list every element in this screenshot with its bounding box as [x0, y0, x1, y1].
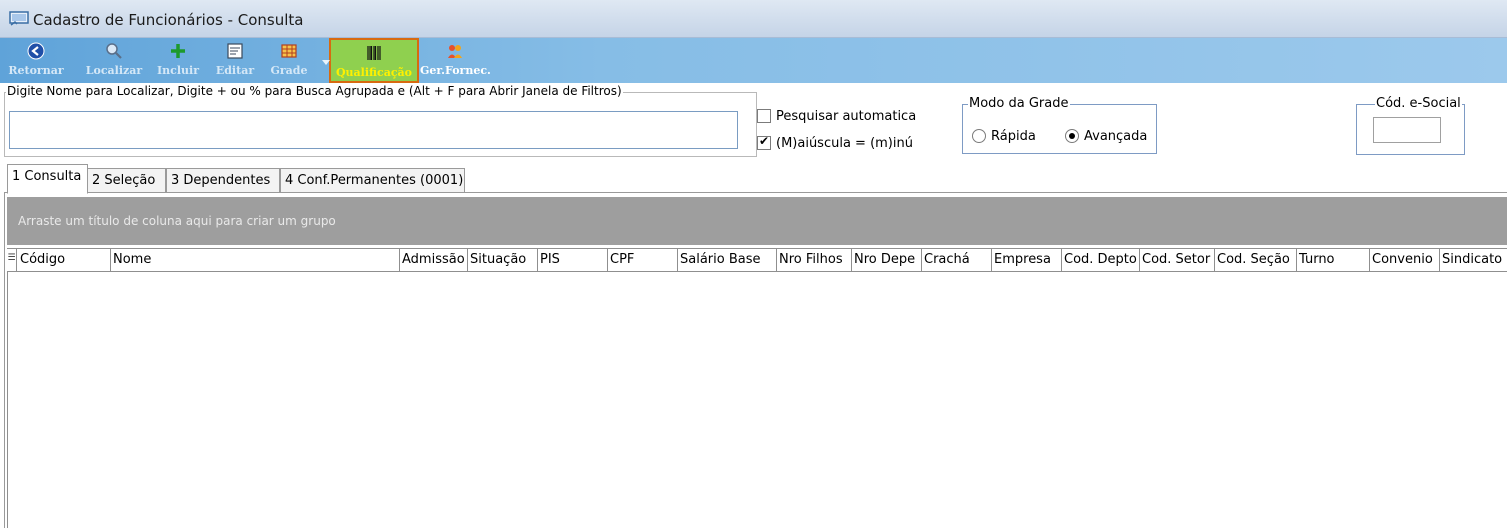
col-cod-secao[interactable]: Cod. Seção — [1215, 249, 1297, 271]
esocial-legend: Cód. e-Social — [1375, 96, 1462, 111]
radio-rapida-label: Rápida — [991, 129, 1036, 144]
barcode-icon — [367, 46, 381, 60]
col-nro-dependentes[interactable]: Nro Depe — [852, 249, 922, 271]
col-salario-base[interactable]: Salário Base — [678, 249, 777, 271]
search-input[interactable] — [9, 111, 738, 149]
radio-rapida[interactable] — [972, 129, 986, 143]
tab-consulta[interactable]: 1 Consulta — [7, 164, 88, 194]
back-arrow-icon — [27, 42, 45, 60]
localizar-label: Localizar — [85, 64, 143, 77]
col-convenio[interactable]: Convenio — [1370, 249, 1440, 271]
grid-table-icon — [281, 44, 297, 58]
col-sindicato[interactable]: Sindicato — [1440, 249, 1507, 271]
editar-label: Editar — [215, 64, 255, 77]
title-bar: Cadastro de Funcionários - Consulta — [0, 0, 1507, 38]
col-cod-setor[interactable]: Cod. Setor — [1140, 249, 1215, 271]
tab-selecao[interactable]: 2 Seleção — [87, 168, 166, 193]
group-by-panel[interactable]: Arraste um título de coluna aqui para cr… — [7, 197, 1507, 245]
col-cracha[interactable]: Crachá — [922, 249, 992, 271]
window-app-icon — [9, 11, 29, 26]
radio-avancada[interactable] — [1065, 129, 1079, 143]
grid-body[interactable] — [7, 272, 1507, 528]
grid-header: ☰ Código Nome Admissão Situação PIS CPF … — [7, 248, 1507, 272]
edit-form-icon — [227, 43, 243, 59]
group-by-hint: Arraste um título de coluna aqui para cr… — [18, 214, 336, 228]
search-legend: Digite Nome para Localizar, Digite + ou … — [6, 84, 623, 98]
retornar-label: Retornar — [8, 64, 64, 77]
tab-conf-permanentes[interactable]: 4 Conf.Permanentes (0001) — [280, 168, 465, 193]
grade-button[interactable]: Grade — [268, 38, 310, 83]
toolbar: Retornar Localizar Incluir Editar Grade … — [0, 38, 1507, 83]
column-chooser-icon[interactable]: ☰ — [7, 249, 17, 271]
col-pis[interactable]: PIS — [538, 249, 608, 271]
col-nome[interactable]: Nome — [111, 249, 400, 271]
tab-dependentes[interactable]: 3 Dependentes — [166, 168, 280, 193]
ger-fornec-button[interactable]: Ger.Fornec. — [420, 38, 491, 83]
localizar-button[interactable]: Localizar — [84, 38, 144, 83]
panel-left-border — [4, 192, 5, 528]
incluir-label: Incluir — [157, 64, 199, 77]
col-situacao[interactable]: Situação — [468, 249, 538, 271]
magnifier-icon — [106, 43, 122, 59]
radio-avancada-label: Avançada — [1084, 129, 1148, 144]
esocial-input[interactable] — [1373, 117, 1441, 143]
retornar-button[interactable]: Retornar — [8, 38, 64, 83]
col-cpf[interactable]: CPF — [608, 249, 678, 271]
qualificacao-label: Qualificação — [335, 66, 413, 79]
incluir-button[interactable]: Incluir — [155, 38, 201, 83]
pesquisar-automatica-checkbox[interactable] — [757, 109, 771, 123]
qualificacao-button[interactable]: Qualificação — [329, 38, 419, 83]
window-title: Cadastro de Funcionários - Consulta — [33, 11, 304, 29]
plus-icon — [171, 44, 185, 58]
col-nro-filhos[interactable]: Nro Filhos — [777, 249, 852, 271]
editar-button[interactable]: Editar — [213, 38, 257, 83]
pesquisar-automatica-label: Pesquisar automatica — [776, 109, 917, 124]
people-icon — [448, 45, 462, 58]
grade-label: Grade — [270, 64, 308, 77]
col-cod-depto[interactable]: Cod. Depto — [1062, 249, 1140, 271]
ger-fornec-label: Ger.Fornec. — [420, 64, 491, 77]
col-codigo[interactable]: Código — [18, 249, 111, 271]
maiuscula-checkbox[interactable] — [757, 134, 771, 150]
maiuscula-label: (M)aiúscula = (m)inú — [776, 136, 913, 151]
col-empresa[interactable]: Empresa — [992, 249, 1062, 271]
modo-grade-legend: Modo da Grade — [968, 96, 1070, 111]
col-admissao[interactable]: Admissão — [400, 249, 468, 271]
col-turno[interactable]: Turno — [1297, 249, 1370, 271]
grade-dropdown-arrow-icon[interactable] — [322, 60, 330, 65]
